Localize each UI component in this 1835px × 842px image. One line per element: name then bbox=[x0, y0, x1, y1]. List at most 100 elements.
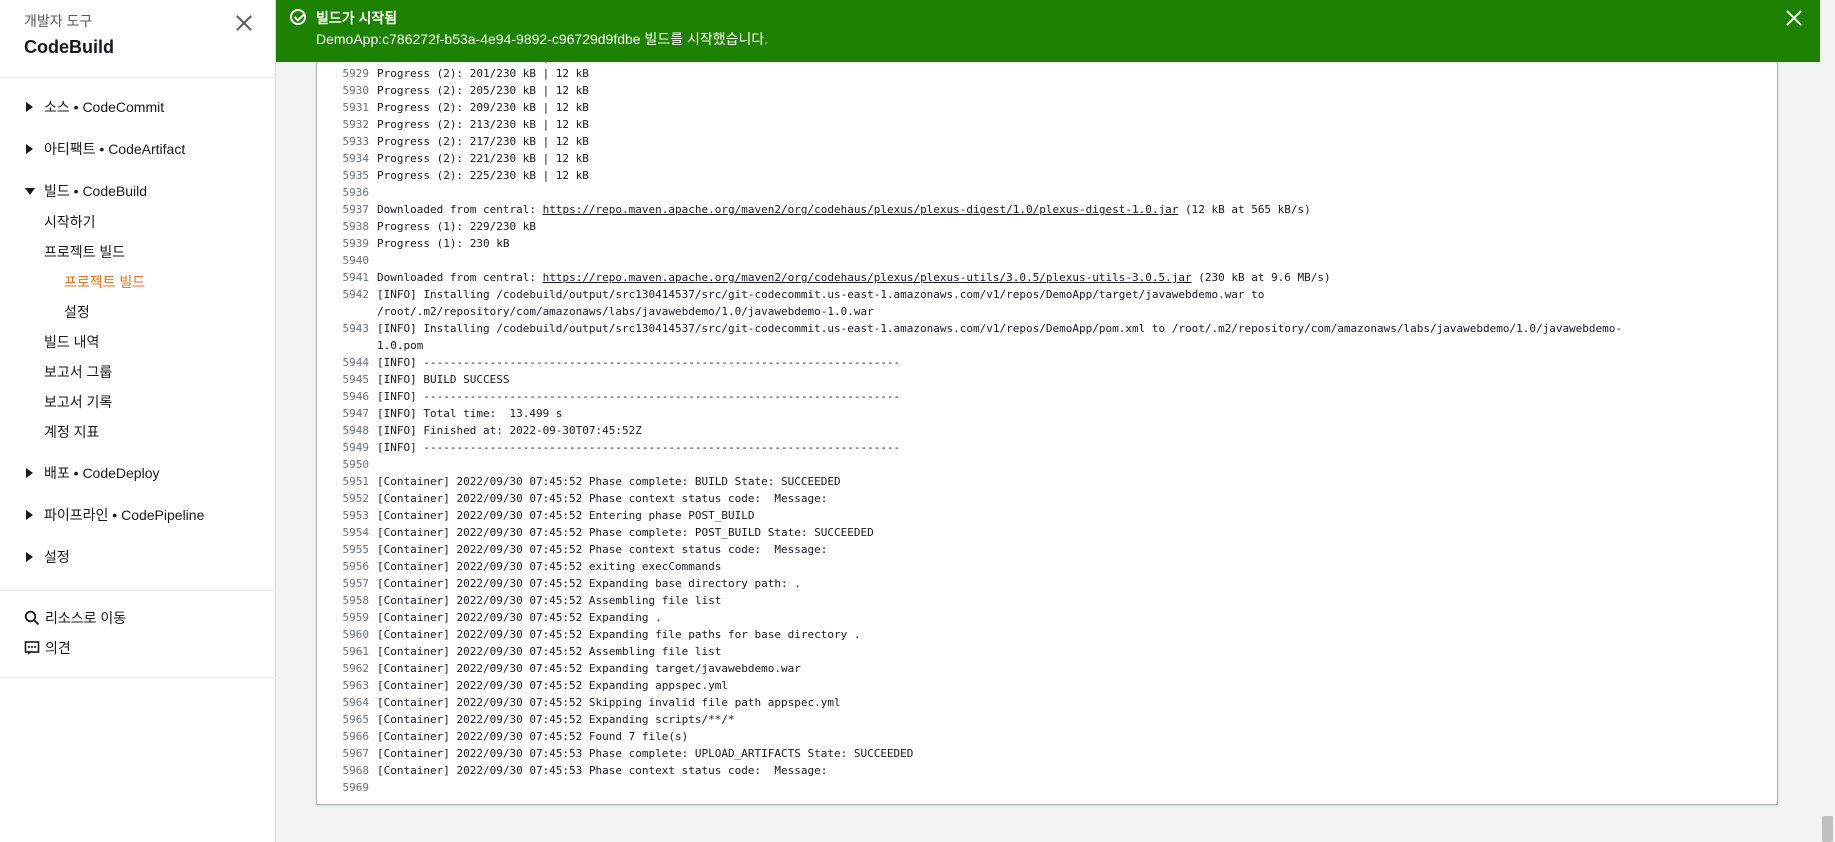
log-line-text: [Container] 2022/09/30 07:45:52 Assembli… bbox=[377, 594, 722, 607]
build-log-panel[interactable]: 5928Progress (2): 197/230 kB | 12 kB5929… bbox=[316, 54, 1778, 805]
log-text-continuation: 1.0.pom bbox=[377, 339, 424, 352]
log-line-number: 5936 bbox=[342, 186, 370, 199]
nav-group-label: 빌드 • CodeBuild bbox=[44, 183, 148, 199]
log-line: 5932 Progress (2): 213/230 kB | 12 kB bbox=[317, 116, 1622, 133]
log-line: 5935 Progress (2): 225/230 kB | 12 kB bbox=[317, 167, 1622, 184]
log-line-text: [Container] 2022/09/30 07:45:52 Skipping… bbox=[377, 696, 841, 709]
log-line-number: 5930 bbox=[342, 84, 370, 97]
log-line-number: 5950 bbox=[342, 458, 370, 471]
artifact-download-link[interactable]: https://repo.maven.apache.org/maven2/org… bbox=[543, 203, 1179, 216]
log-line: 5945 [INFO] BUILD SUCCESS bbox=[317, 371, 1622, 388]
feedback-link[interactable]: 의견 bbox=[24, 638, 71, 658]
build-log-lines: 5928Progress (2): 197/230 kB | 12 kB5929… bbox=[317, 54, 1623, 796]
side-navigation: 개발자 도구 CodeBuild 소스 • CodeCommit 아티팩트 • … bbox=[0, 0, 276, 842]
log-line-text: Progress (2): 221/230 kB | 12 kB bbox=[377, 152, 589, 165]
log-line-text: [Container] 2022/09/30 07:45:52 Found 7 … bbox=[377, 730, 689, 743]
log-line: 5956 [Container] 2022/09/30 07:45:52 exit… bbox=[317, 558, 1622, 575]
log-line-text: [INFO] Total time: 13.499 s bbox=[377, 407, 563, 420]
nav-group-build[interactable]: 빌드 • CodeBuild bbox=[0, 181, 276, 201]
log-line-text: [Container] 2022/09/30 07:45:52 Phase co… bbox=[377, 526, 874, 539]
log-line: 5929 Progress (2): 201/230 kB | 12 kB bbox=[317, 65, 1622, 82]
log-line-number: 5942 bbox=[342, 288, 370, 301]
nav-group-deploy[interactable]: 배포 • CodeDeploy bbox=[0, 463, 276, 483]
log-line-number: 5953 bbox=[342, 509, 370, 522]
log-line-number: 5959 bbox=[342, 611, 370, 624]
log-line-number: 5946 bbox=[342, 390, 370, 403]
log-line-number: 5944 bbox=[342, 356, 370, 369]
nav-group-artifacts[interactable]: 아티팩트 • CodeArtifact bbox=[0, 139, 276, 159]
log-line: 5963 [Container] 2022/09/30 07:45:52 Expa… bbox=[317, 677, 1622, 694]
log-line: 5938 Progress (1): 229/230 kB bbox=[317, 218, 1622, 235]
artifact-download-link[interactable]: https://repo.maven.apache.org/maven2/org… bbox=[543, 271, 1192, 284]
log-line-number: 5935 bbox=[342, 169, 370, 182]
log-line-number: 5960 bbox=[342, 628, 370, 641]
scrollbar-thumb[interactable] bbox=[1822, 816, 1833, 842]
success-check-icon bbox=[290, 9, 306, 25]
log-line: 5955 [Container] 2022/09/30 07:45:52 Phas… bbox=[317, 541, 1622, 558]
log-line-text: Progress (1): 229/230 kB bbox=[377, 220, 536, 233]
log-line-number: 5949 bbox=[342, 441, 370, 454]
log-line-number: 5964 bbox=[342, 696, 370, 709]
caret-right-icon bbox=[26, 468, 33, 478]
log-line-text: [Container] 2022/09/30 07:45:52 Expandin… bbox=[377, 577, 801, 590]
log-line-text: [Container] 2022/09/30 07:45:52 Expandin… bbox=[377, 628, 861, 641]
nav-group-label: 설정 bbox=[44, 549, 70, 565]
log-line-text: [Container] 2022/09/30 07:45:52 Phase co… bbox=[377, 492, 828, 505]
nav-getting-started[interactable]: 시작하기 bbox=[44, 212, 96, 232]
log-line-text: [Container] 2022/09/30 07:45:52 Expandin… bbox=[377, 713, 735, 726]
caret-right-icon bbox=[26, 510, 33, 520]
log-line-number: 5938 bbox=[342, 220, 370, 233]
log-line-text bbox=[369, 456, 377, 473]
page-scrollbar[interactable] bbox=[1820, 0, 1835, 842]
log-text-suffix: (230 kB at 9.6 MB/s) bbox=[1191, 271, 1331, 284]
dismiss-icon[interactable] bbox=[1786, 10, 1802, 26]
log-line-number: 5966 bbox=[342, 730, 370, 743]
nav-group-settings[interactable]: 설정 bbox=[0, 547, 276, 567]
log-line-number: 5963 bbox=[342, 679, 370, 692]
log-line-text: [Container] 2022/09/30 07:45:52 Assembli… bbox=[377, 645, 722, 658]
nav-settings-sub[interactable]: 설정 bbox=[64, 302, 90, 322]
caret-right-icon bbox=[26, 552, 33, 562]
log-line-number: 5933 bbox=[342, 135, 370, 148]
log-line-number: 5943 bbox=[342, 322, 370, 335]
log-line: 5966 [Container] 2022/09/30 07:45:52 Foun… bbox=[317, 728, 1622, 745]
feedback-label: 의견 bbox=[45, 640, 71, 656]
log-line: 5952 [Container] 2022/09/30 07:45:52 Phas… bbox=[317, 490, 1622, 507]
log-line: 5968 [Container] 2022/09/30 07:45:53 Phas… bbox=[317, 762, 1622, 779]
nav-build-projects[interactable]: 프로젝트 빌드 bbox=[44, 242, 125, 262]
nav-group-source[interactable]: 소스 • CodeCommit bbox=[0, 97, 276, 117]
nav-group-pipeline[interactable]: 파이프라인 • CodePipeline bbox=[0, 505, 276, 525]
log-line-text: Downloaded from central: https://repo.ma… bbox=[369, 269, 1331, 286]
log-line: 5937 Downloaded from central: https://rep… bbox=[317, 201, 1622, 218]
log-line: 5962 [Container] 2022/09/30 07:45:52 Expa… bbox=[317, 660, 1622, 677]
log-line-number: 5945 bbox=[342, 373, 370, 386]
nav-report-groups[interactable]: 보고서 그룹 bbox=[44, 362, 112, 382]
log-line: 5946 [INFO] -----------------------------… bbox=[317, 388, 1622, 405]
log-text-prefix: Downloaded from central: bbox=[377, 203, 543, 216]
log-line-text bbox=[369, 779, 377, 796]
log-line: 5943 [INFO] Installing /codebuild/output/… bbox=[317, 320, 1623, 354]
log-line-number: 5931 bbox=[342, 101, 370, 114]
log-line: 5947 [INFO] Total time: 13.499 s bbox=[317, 405, 1622, 422]
nav-account-metrics[interactable]: 계정 지표 bbox=[44, 422, 99, 442]
log-line-text: Progress (2): 205/230 kB | 12 kB bbox=[377, 84, 589, 97]
log-line: 5940 bbox=[317, 252, 1622, 269]
log-line-number: 5969 bbox=[342, 781, 370, 794]
log-line-text: [Container] 2022/09/30 07:45:52 Expandin… bbox=[377, 662, 801, 675]
log-text-segment: [INFO] Installing /codebuild/output/src1… bbox=[377, 322, 1623, 335]
log-line-text bbox=[369, 252, 377, 269]
log-text-suffix: (12 kB at 565 kB/s) bbox=[1178, 203, 1311, 216]
close-icon[interactable] bbox=[235, 14, 253, 32]
log-line: 5959 [Container] 2022/09/30 07:45:52 Expa… bbox=[317, 609, 1622, 626]
log-line: 5951 [Container] 2022/09/30 07:45:52 Phas… bbox=[317, 473, 1622, 490]
go-to-resource-link[interactable]: 리소스로 이동 bbox=[24, 608, 126, 628]
log-line: 5961 [Container] 2022/09/30 07:45:52 Asse… bbox=[317, 643, 1622, 660]
nav-build-history[interactable]: 빌드 내역 bbox=[44, 332, 99, 352]
nav-report-history[interactable]: 보고서 기록 bbox=[44, 392, 112, 412]
log-line: 5957 [Container] 2022/09/30 07:45:52 Expa… bbox=[317, 575, 1622, 592]
log-line: 5936 bbox=[317, 184, 1622, 201]
nav-group-label: 아티팩트 • CodeArtifact bbox=[44, 141, 186, 157]
log-line-text: [INFO] ---------------------------------… bbox=[377, 441, 901, 454]
log-line: 5964 [Container] 2022/09/30 07:45:52 Skip… bbox=[317, 694, 1622, 711]
nav-build-projects-sub[interactable]: 프로젝트 빌드 bbox=[64, 272, 145, 292]
